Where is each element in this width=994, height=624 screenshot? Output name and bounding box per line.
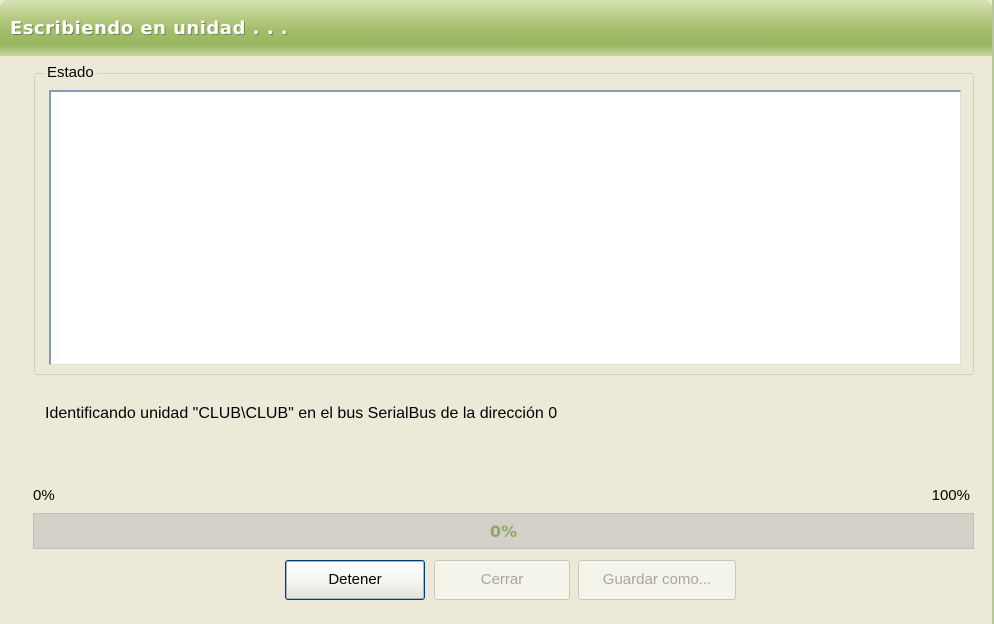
progress-bar: 0% [33, 513, 974, 549]
progress-percent-text: 0% [489, 522, 518, 541]
status-log-area[interactable] [49, 90, 961, 365]
progress-min-label: 0% [33, 487, 55, 504]
status-message: Identificando unidad "CLUB\CLUB" en el b… [45, 405, 558, 422]
writing-dialog: Escribiendo en unidad . . . Estado Ident… [0, 0, 994, 624]
close-button[interactable]: Cerrar [434, 560, 570, 600]
status-group-label: Estado [44, 64, 97, 81]
title-bar[interactable]: Escribiendo en unidad . . . [0, 0, 992, 56]
progress-max-label: 100% [931, 487, 970, 504]
window-title: Escribiendo en unidad . . . [10, 18, 289, 39]
save-as-button[interactable]: Guardar como... [578, 560, 736, 600]
stop-button[interactable]: Detener [285, 560, 425, 600]
